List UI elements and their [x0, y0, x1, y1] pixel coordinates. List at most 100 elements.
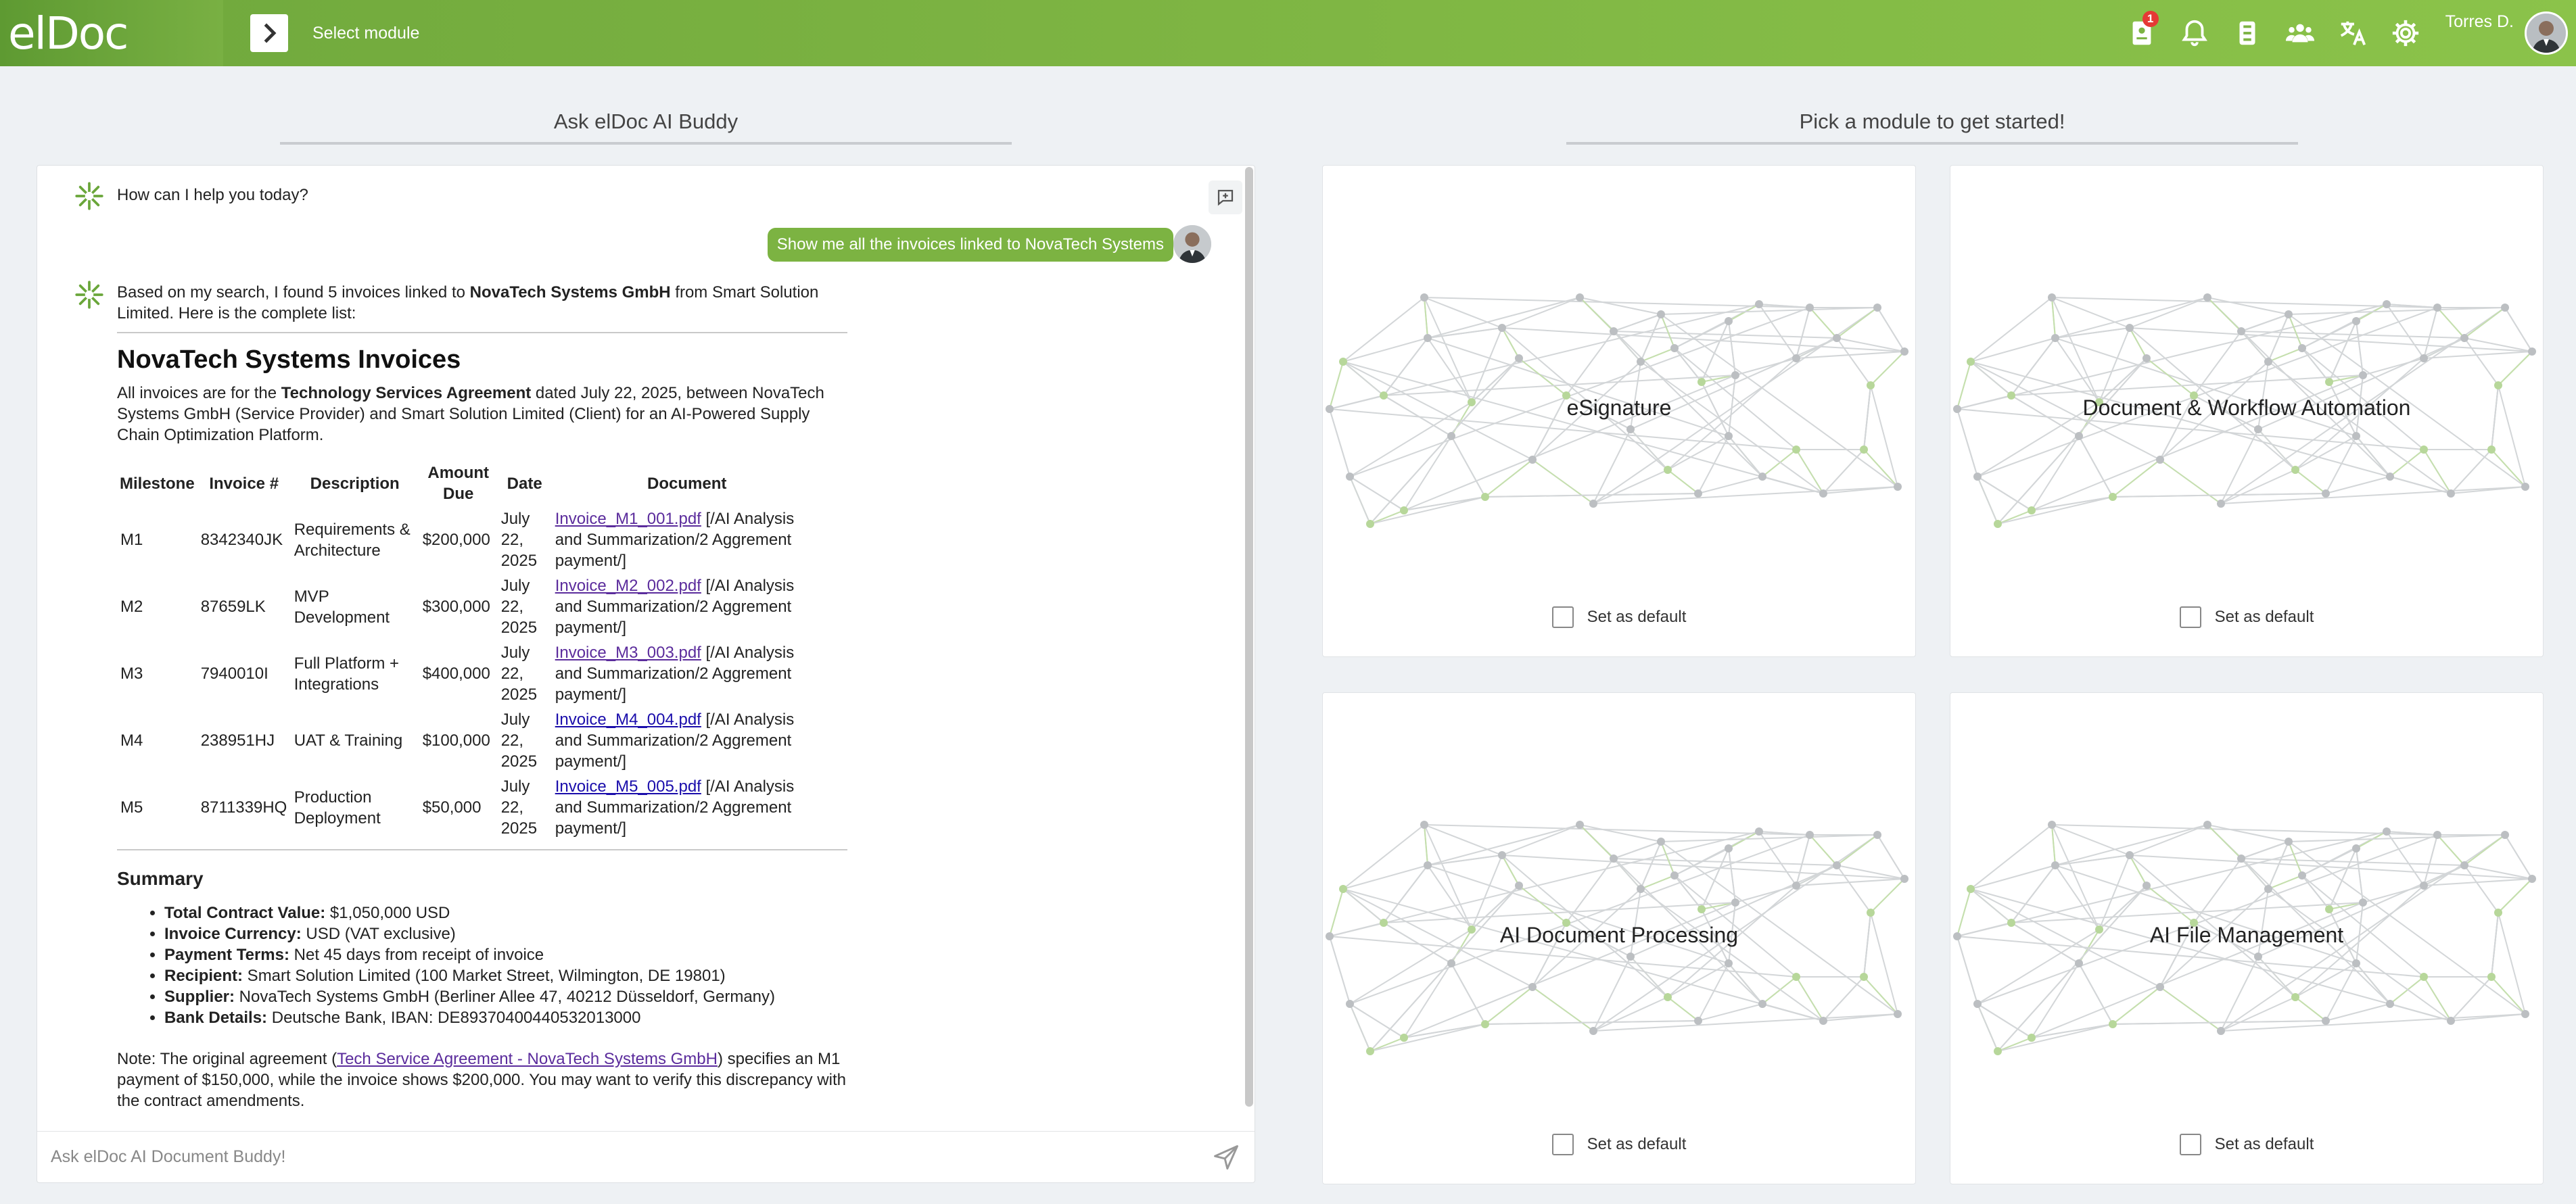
- set-default-label: Set as default: [1587, 1135, 1687, 1153]
- tasks-button[interactable]: [2221, 0, 2274, 66]
- logo-area[interactable]: elDoc: [0, 0, 223, 66]
- network-node: [2322, 489, 2330, 498]
- document-cell: Invoice_M5_005.pdf [/AI Analysis and Sum…: [552, 774, 822, 841]
- network-node: [1792, 882, 1800, 890]
- contracts-button[interactable]: 1: [2115, 0, 2168, 66]
- network-node: [1664, 993, 1672, 1001]
- network-edge: [2504, 307, 2533, 352]
- agreement-link[interactable]: Tech Service Agreement - NovaTech System…: [337, 1050, 718, 1068]
- network-node: [2420, 446, 2428, 454]
- invoices-table: Milestone Invoice # Description Amount D…: [117, 460, 822, 841]
- summary-list: Total Contract Value: $1,050,000 USD Inv…: [164, 902, 847, 1028]
- network-node: [1626, 953, 1635, 961]
- set-default-option[interactable]: Set as default: [1323, 1134, 1915, 1155]
- network-node: [2142, 354, 2151, 362]
- chat-scrollbar[interactable]: [1245, 167, 1253, 1107]
- network-node: [2352, 844, 2360, 852]
- set-default-checkbox[interactable]: [2179, 1134, 2201, 1155]
- network-edge: [1532, 459, 1594, 504]
- network-node: [2254, 953, 2262, 961]
- module-card-workflow-automation[interactable]: Document & Workflow Automation Set as de…: [1950, 165, 2544, 657]
- chat-add-icon: [1217, 189, 1234, 206]
- network-node: [1833, 861, 1841, 869]
- language-button[interactable]: [2326, 0, 2379, 66]
- select-module-label[interactable]: Select module: [312, 24, 419, 43]
- network-edge: [1342, 865, 1428, 890]
- network-node: [2487, 973, 2496, 981]
- network-node: [2126, 851, 2134, 859]
- network-node: [1994, 1047, 2002, 1055]
- document-link[interactable]: Invoice_M4_004.pdf: [555, 711, 701, 729]
- network-edge: [2356, 963, 2391, 1005]
- network-node: [2447, 489, 2455, 498]
- network-edge: [1424, 824, 1810, 836]
- network-edge: [1957, 304, 2387, 410]
- network-edge: [2112, 1020, 2326, 1025]
- network-node: [1697, 378, 1706, 386]
- module-title: Document & Workflow Automation: [2082, 395, 2411, 420]
- module-card-ai-file-management[interactable]: AI File Management Set as default: [1950, 692, 2544, 1184]
- select-module-button[interactable]: [250, 14, 288, 52]
- network-node: [2383, 300, 2391, 308]
- avatar[interactable]: [2525, 11, 2568, 55]
- set-default-option[interactable]: Set as default: [1950, 606, 2543, 628]
- network-node: [2325, 905, 2333, 913]
- username[interactable]: Torres D.: [2445, 12, 2514, 32]
- module-card-esignature[interactable]: eSignature Set as default: [1322, 165, 1916, 657]
- network-edge: [2437, 834, 2465, 866]
- set-default-option[interactable]: Set as default: [1323, 606, 1915, 628]
- users-button[interactable]: [2274, 0, 2326, 66]
- network-edge: [1836, 337, 1871, 386]
- network-edge: [1342, 824, 1425, 890]
- document-link[interactable]: Invoice_M1_001.pdf: [555, 510, 701, 528]
- network-edge: [1403, 1024, 1486, 1038]
- notifications-button[interactable]: [2168, 0, 2221, 66]
- network-node: [2051, 334, 2059, 342]
- new-chat-button[interactable]: [1209, 180, 1242, 214]
- network-edge: [2031, 435, 2080, 511]
- network-edge: [2129, 824, 2208, 856]
- invoice-cell: 8711339HQ: [200, 798, 287, 817]
- network-edge: [2356, 435, 2391, 477]
- document-link[interactable]: Invoice_M3_003.pdf: [555, 644, 701, 662]
- header-actions: 1 Torres D.: [2115, 0, 2576, 66]
- network-edge: [2193, 331, 2242, 396]
- set-default-checkbox[interactable]: [2179, 606, 2201, 628]
- document-link[interactable]: Invoice_M2_002.pdf: [555, 577, 701, 595]
- network-edge: [1593, 996, 1668, 1032]
- set-default-checkbox[interactable]: [1551, 606, 1574, 628]
- network-edge: [1697, 1003, 1763, 1021]
- module-card-ai-document-processing[interactable]: AI Document Processing Set as default: [1322, 692, 1916, 1184]
- ai-buddy-section-title: Ask elDoc AI Buddy: [280, 110, 1012, 145]
- answer-note: Note: The original agreement (Tech Servi…: [117, 1050, 846, 1110]
- network-node: [1637, 358, 1645, 366]
- network-edge: [1957, 831, 2387, 937]
- network-edge: [1342, 297, 1425, 362]
- network-node: [1792, 446, 1800, 454]
- network-edge: [2220, 956, 2259, 1032]
- settings-button[interactable]: [2379, 0, 2432, 66]
- network-node: [1725, 959, 1733, 967]
- network-node: [2528, 875, 2536, 883]
- chat-messages[interactable]: How can I help you today? Show me all th…: [37, 166, 1255, 1131]
- description-cell: MVP Development: [294, 587, 390, 627]
- network-edge: [2450, 449, 2492, 494]
- network-node: [1894, 483, 1902, 491]
- milestone-cell: M2: [120, 598, 143, 616]
- network-node: [2075, 959, 2083, 967]
- network-node: [2383, 827, 2391, 836]
- network-edge: [1728, 963, 1763, 1005]
- chat-input[interactable]: Ask elDoc AI Document Buddy!: [37, 1131, 1255, 1182]
- document-link[interactable]: Invoice_M5_005.pdf: [555, 777, 701, 796]
- set-default-checkbox[interactable]: [1551, 1134, 1574, 1155]
- network-edge: [1484, 1020, 1699, 1025]
- network-edge: [2031, 963, 2080, 1038]
- send-icon[interactable]: [1211, 1142, 1241, 1172]
- set-default-option[interactable]: Set as default: [1950, 1134, 2543, 1155]
- network-node: [2264, 358, 2272, 366]
- description-cell: Full Platform + Integrations: [294, 654, 400, 694]
- network-node: [1994, 520, 2002, 528]
- network-node: [1366, 520, 1374, 528]
- milestone-cell: M3: [120, 665, 143, 683]
- network-edge: [1970, 297, 2053, 362]
